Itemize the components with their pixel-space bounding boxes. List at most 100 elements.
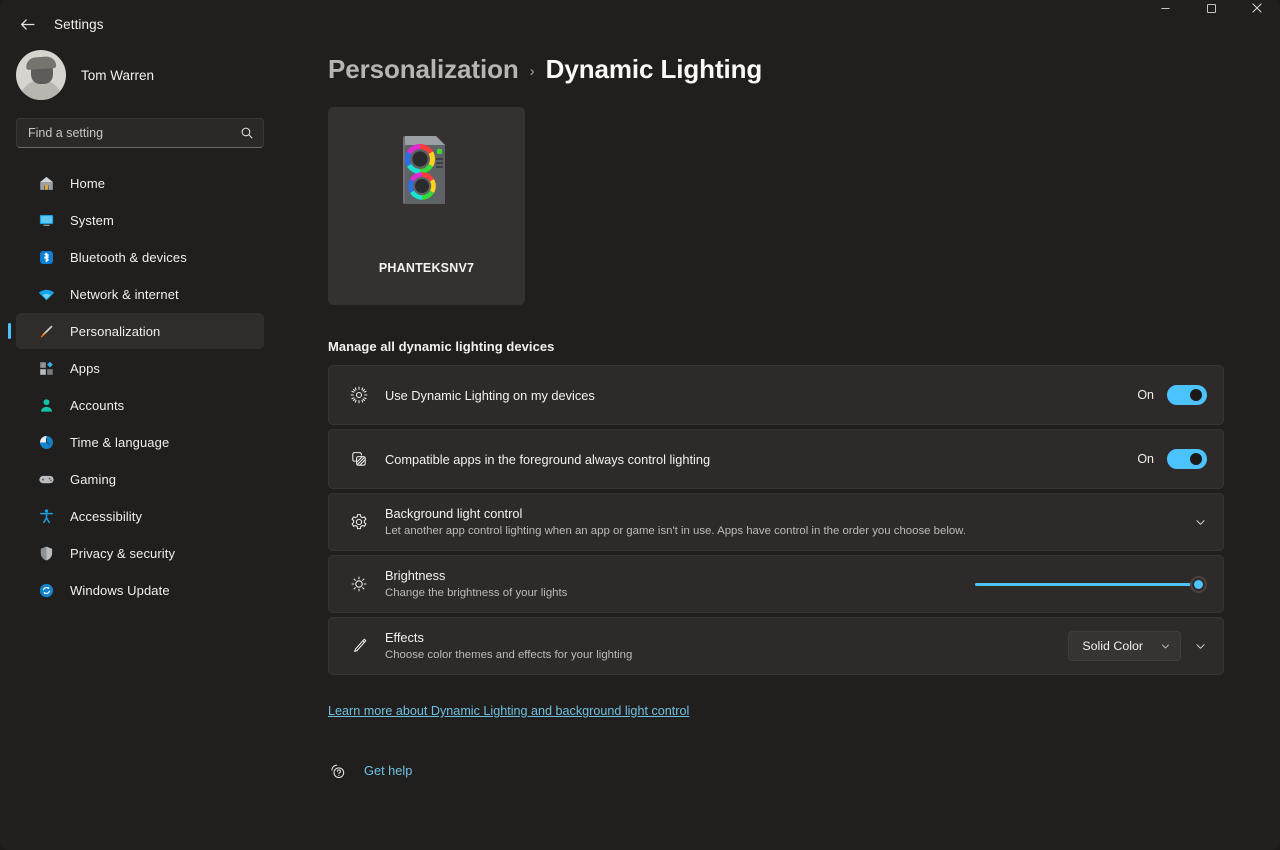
account-name: Tom Warren xyxy=(81,67,155,83)
maximize-icon xyxy=(1206,3,1216,13)
setting-row-brightness[interactable]: Brightness Change the brightness of your… xyxy=(328,555,1224,613)
main-content: Personalization › Dynamic Lighting PHANT… xyxy=(280,48,1280,850)
window-title: Settings xyxy=(54,16,104,32)
update-icon xyxy=(36,580,56,600)
effects-dropdown-value: Solid Color xyxy=(1082,639,1143,653)
get-help-label: Get help xyxy=(364,763,413,778)
chevron-down-icon[interactable] xyxy=(1194,516,1207,529)
sidebar-item-label: Apps xyxy=(70,360,101,376)
section-title: Manage all dynamic lighting devices xyxy=(328,339,555,354)
learn-more-link[interactable]: Learn more about Dynamic Lighting and ba… xyxy=(328,704,689,718)
setting-control: On xyxy=(1137,385,1207,405)
setting-text: Brightness Change the brightness of your… xyxy=(385,567,975,601)
toggle-state-label: On xyxy=(1137,452,1154,466)
chevron-down-icon[interactable] xyxy=(1194,640,1207,653)
sidebar-item-label: Windows Update xyxy=(70,582,170,598)
gamepad-icon xyxy=(36,469,56,489)
sidebar-item-label: Personalization xyxy=(70,323,161,339)
brightness-slider[interactable] xyxy=(975,574,1207,594)
close-button[interactable] xyxy=(1234,0,1280,24)
breadcrumb: Personalization › Dynamic Lighting xyxy=(328,54,1224,85)
sidebar-nav: Home System Bluetooth & devices Network … xyxy=(0,164,280,609)
close-icon xyxy=(1252,3,1262,13)
sidebar-item-gaming[interactable]: Gaming xyxy=(16,461,264,497)
setting-title: Background light control xyxy=(385,506,523,521)
apps-icon xyxy=(36,358,56,378)
caption-button-group xyxy=(1142,0,1280,48)
device-card[interactable]: PHANTEKSNV7 xyxy=(328,107,525,305)
sidebar-item-label: Time & language xyxy=(70,434,170,450)
setting-title: Effects xyxy=(385,630,424,645)
sidebar-item-label: Home xyxy=(70,175,106,191)
home-icon xyxy=(36,173,56,193)
brightness-icon xyxy=(343,574,375,594)
setting-row-effects[interactable]: Effects Choose color themes and effects … xyxy=(328,617,1224,675)
effects-brush-icon xyxy=(343,636,375,656)
toggle-use-dynamic-lighting[interactable] xyxy=(1167,385,1207,405)
minimize-button[interactable] xyxy=(1142,0,1188,24)
sidebar-item-label: Bluetooth & devices xyxy=(70,249,187,265)
get-help-row[interactable]: Get help xyxy=(328,761,1224,780)
breadcrumb-separator-icon: › xyxy=(529,62,535,80)
sidebar-item-label: System xyxy=(70,212,114,228)
sidebar-item-system[interactable]: System xyxy=(16,202,264,238)
sidebar-item-label: Gaming xyxy=(70,471,117,487)
accessibility-icon xyxy=(36,506,56,526)
slider-thumb[interactable] xyxy=(1190,575,1207,593)
title-bar: Settings xyxy=(0,0,1280,48)
search-input[interactable] xyxy=(28,126,240,140)
setting-description: Choose color themes and effects for your… xyxy=(385,649,633,661)
search-icon xyxy=(240,126,254,140)
setting-control xyxy=(975,574,1207,594)
sidebar-item-label: Network & internet xyxy=(70,286,179,302)
setting-control xyxy=(1194,516,1207,529)
sidebar-item-apps[interactable]: Apps xyxy=(16,350,264,386)
setting-title: Compatible apps in the foreground always… xyxy=(385,451,711,467)
shield-icon xyxy=(36,543,56,563)
maximize-button[interactable] xyxy=(1188,0,1234,24)
sidebar-item-personalization[interactable]: Personalization xyxy=(16,313,264,349)
sidebar-item-windows-update[interactable]: Windows Update xyxy=(16,572,264,608)
device-name: PHANTEKSNV7 xyxy=(378,261,475,275)
sidebar-item-home[interactable]: Home xyxy=(16,165,264,201)
page-title: Dynamic Lighting xyxy=(545,54,763,84)
sidebar-item-accessibility[interactable]: Accessibility xyxy=(16,498,264,534)
setting-title: Use Dynamic Lighting on my devices xyxy=(385,387,595,403)
sun-rays-icon xyxy=(343,385,375,405)
toggle-compatible-apps[interactable] xyxy=(1167,449,1207,469)
effects-dropdown[interactable]: Solid Color xyxy=(1068,631,1181,661)
wifi-icon xyxy=(36,284,56,304)
settings-card-list: Use Dynamic Lighting on my devices On Co… xyxy=(328,365,1224,675)
setting-text: Use Dynamic Lighting on my devices xyxy=(385,387,1137,404)
setting-row-use-dynamic-lighting[interactable]: Use Dynamic Lighting on my devices On xyxy=(328,365,1224,425)
account-row[interactable]: Tom Warren xyxy=(0,44,280,106)
setting-row-background-light-control[interactable]: Background light control Let another app… xyxy=(328,493,1224,551)
system-icon xyxy=(36,210,56,230)
back-button[interactable] xyxy=(8,8,46,40)
apps-overlap-icon xyxy=(343,449,375,469)
sidebar-item-privacy-security[interactable]: Privacy & security xyxy=(16,535,264,571)
clock-icon xyxy=(36,432,56,452)
bluetooth-icon xyxy=(36,247,56,267)
setting-text: Effects Choose color themes and effects … xyxy=(385,629,1068,663)
setting-description: Let another app control lighting when an… xyxy=(385,525,966,537)
breadcrumb-parent[interactable]: Personalization xyxy=(328,54,519,85)
rgb-pc-tower-icon xyxy=(377,116,477,216)
accounts-icon xyxy=(36,395,56,415)
search-box[interactable] xyxy=(16,118,264,148)
chevron-down-icon xyxy=(1160,641,1171,652)
setting-row-compatible-apps[interactable]: Compatible apps in the foreground always… xyxy=(328,429,1224,489)
sidebar-item-label: Privacy & security xyxy=(70,545,176,561)
sidebar-item-bluetooth[interactable]: Bluetooth & devices xyxy=(16,239,264,275)
sidebar-item-time-language[interactable]: Time & language xyxy=(16,424,264,460)
gear-icon xyxy=(343,512,375,532)
toggle-state-label: On xyxy=(1137,388,1154,402)
settings-window: Settings Tom Warren Find a setting Home … xyxy=(0,0,1280,850)
sidebar-item-label: Accessibility xyxy=(70,508,143,524)
setting-text: Compatible apps in the foreground always… xyxy=(385,451,1137,468)
paintbrush-icon xyxy=(36,321,56,341)
sidebar-item-accounts[interactable]: Accounts xyxy=(16,387,264,423)
sidebar: Tom Warren Home xyxy=(0,48,280,850)
sidebar-item-network[interactable]: Network & internet xyxy=(16,276,264,312)
setting-text: Background light control Let another app… xyxy=(385,505,1194,539)
